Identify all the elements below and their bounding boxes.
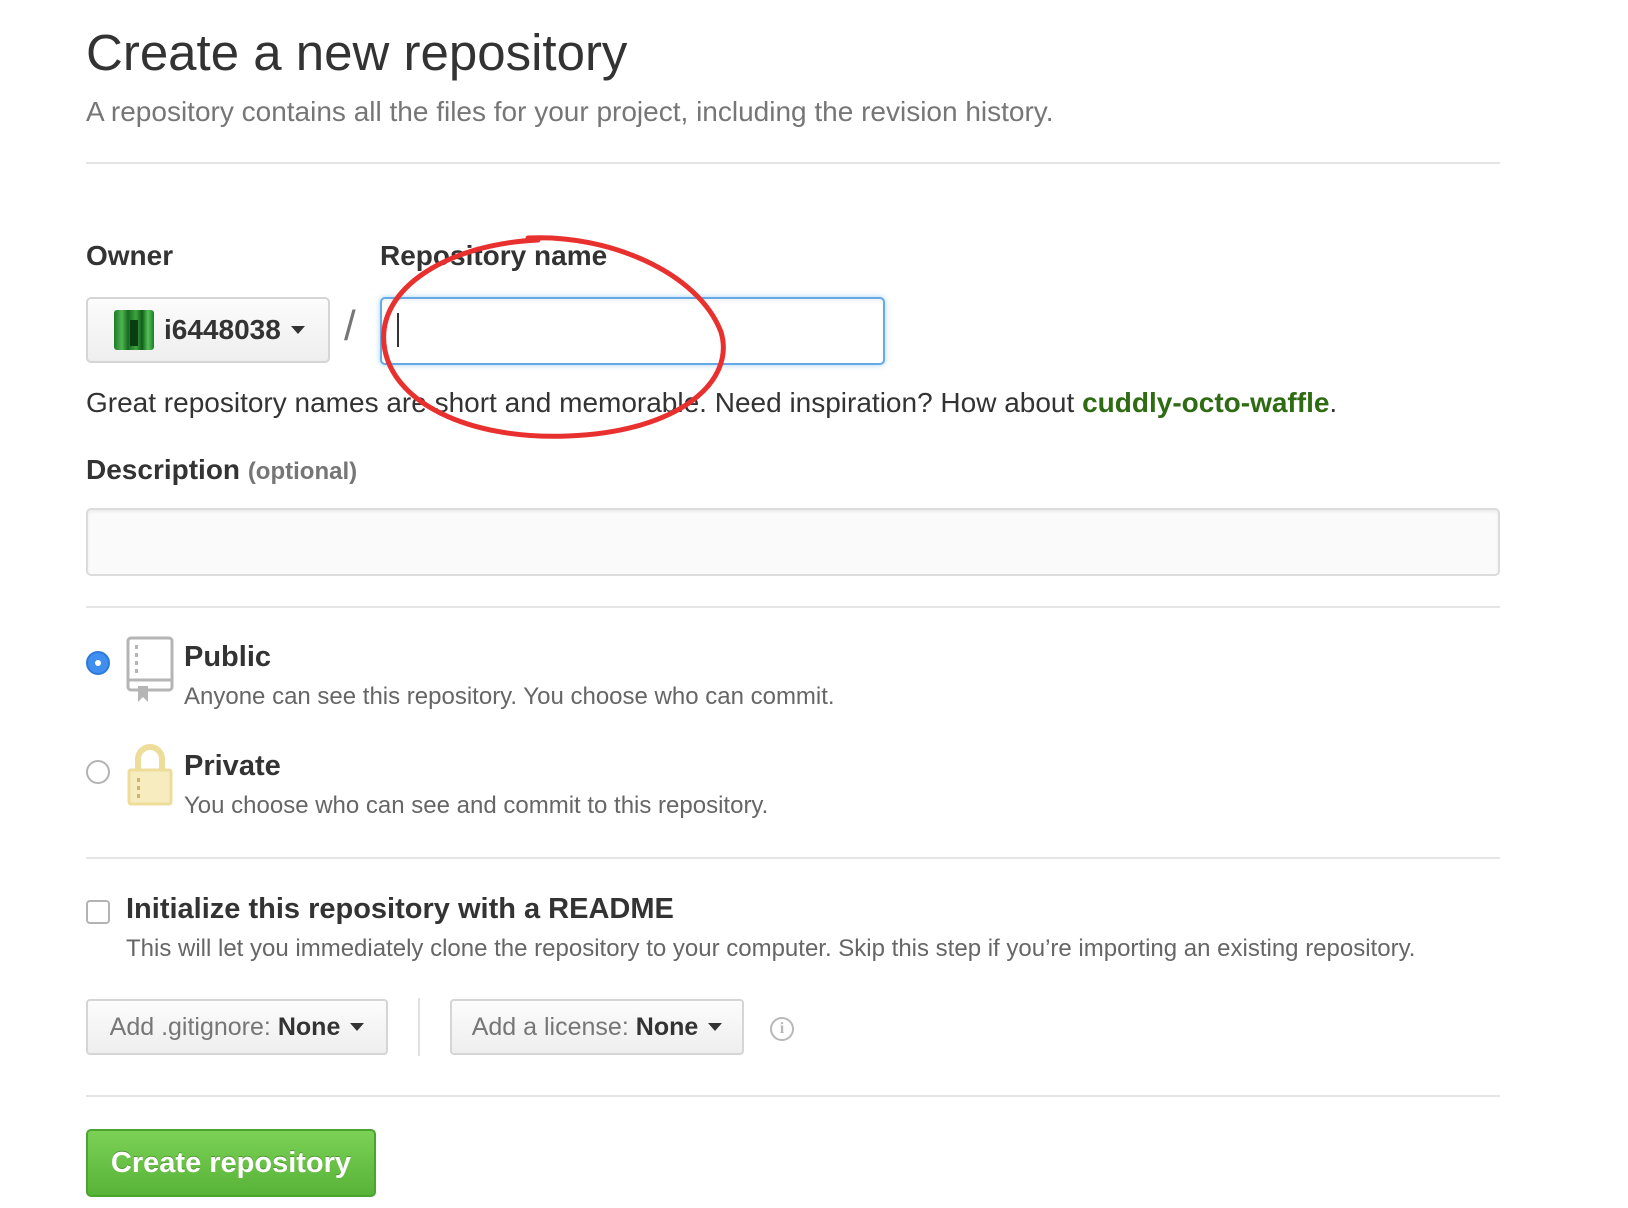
hint-text: Great repository names are short and mem… — [86, 387, 1083, 418]
hint-suffix: . — [1329, 387, 1338, 418]
init-readme-checkbox[interactable] — [86, 900, 110, 924]
owner-name: i6448038 — [164, 314, 281, 345]
description-input[interactable] — [86, 508, 1500, 576]
owner-label: Owner — [86, 240, 174, 271]
init-readme-title: Initialize this repository with a README — [126, 893, 674, 925]
owner-repo-separator: / — [344, 302, 356, 349]
owner-select[interactable]: i6448038 — [86, 297, 330, 363]
divider — [86, 857, 1500, 859]
page-title: Create a new repository — [86, 24, 628, 81]
optional-tag: (optional) — [247, 458, 358, 485]
info-icon[interactable]: i — [770, 1017, 794, 1041]
license-value: None — [635, 1012, 699, 1041]
description-label: Description (optional) — [86, 454, 357, 486]
padlock-icon — [127, 744, 173, 806]
repository-name-hint: Great repository names are short and mem… — [86, 387, 1337, 419]
vertical-divider — [418, 998, 420, 1056]
caret-down-icon — [350, 1023, 365, 1031]
init-readme-description: This will let you immediately clone the … — [126, 935, 1416, 962]
avatar — [114, 310, 154, 350]
public-option-description: Anyone can see this repository. You choo… — [184, 683, 835, 710]
license-select[interactable]: Add a license: None — [450, 999, 744, 1055]
private-option-description: You choose who can see and commit to thi… — [184, 792, 769, 819]
public-radio[interactable] — [86, 651, 110, 675]
gitignore-label: Add .gitignore: — [109, 1012, 271, 1041]
gitignore-select[interactable]: Add .gitignore: None — [86, 999, 388, 1055]
repo-book-icon — [126, 636, 174, 702]
private-radio[interactable] — [86, 760, 110, 784]
suggested-name-link[interactable]: cuddly-octo-waffle — [1082, 387, 1329, 418]
text-cursor — [397, 313, 399, 347]
page-subtitle: A repository contains all the files for … — [86, 96, 1054, 127]
divider — [86, 1095, 1500, 1097]
public-option-title: Public — [184, 641, 272, 673]
private-option-title: Private — [184, 750, 281, 782]
description-label-text: Description — [86, 454, 241, 485]
repository-name-label: Repository name — [380, 240, 608, 271]
divider — [86, 162, 1500, 164]
gitignore-value: None — [277, 1012, 341, 1041]
caret-down-icon — [708, 1023, 723, 1031]
divider — [86, 606, 1500, 608]
create-repository-button[interactable]: Create repository — [86, 1129, 376, 1197]
repository-name-input[interactable] — [380, 297, 885, 365]
caret-down-icon — [290, 326, 305, 334]
license-label: Add a license: — [471, 1012, 629, 1041]
